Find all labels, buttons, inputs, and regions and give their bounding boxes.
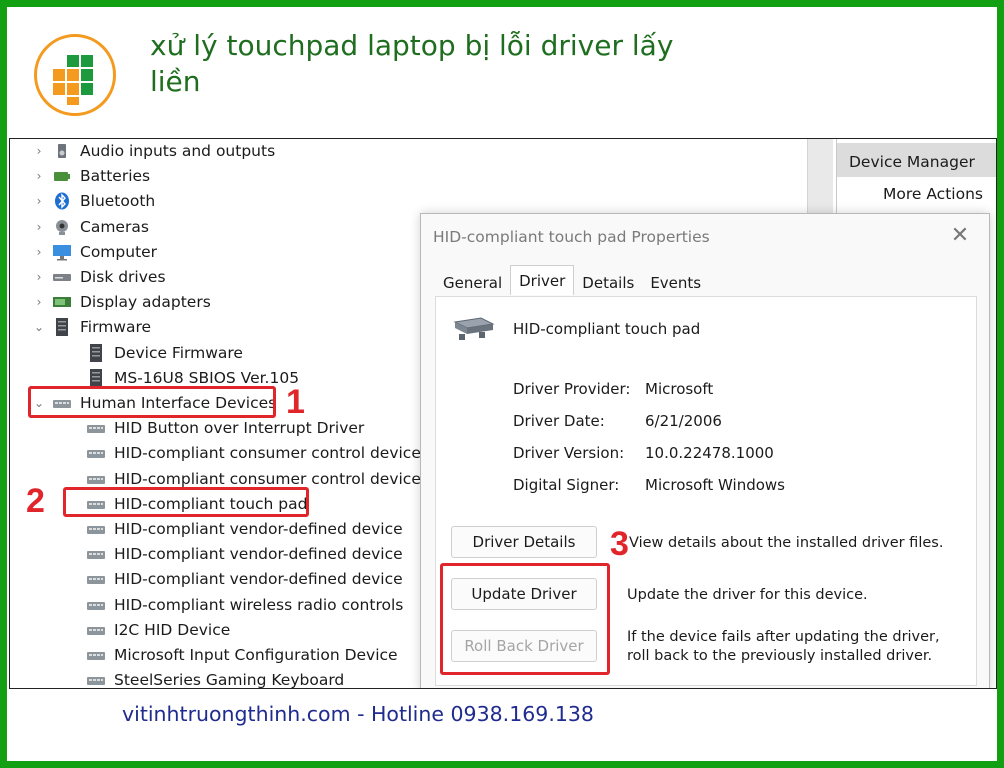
hid-device-icon [86,520,106,538]
tree-item[interactable]: HID-compliant consumer control device [80,441,421,465]
tree-item-label: HID-compliant consumer control device [114,469,421,488]
chevron-right-icon[interactable]: › [32,194,46,208]
field-value-signer: Microsoft Windows [645,476,785,494]
tree-item-label: HID-compliant vendor-defined device [114,570,403,589]
display-adapter-icon [52,293,72,311]
field-key-signer: Digital Signer: [513,476,620,494]
tab-general[interactable]: General [435,268,510,296]
camera-icon [52,218,72,236]
field-value-date: 6/21/2006 [645,412,722,430]
battery-icon [52,167,72,185]
chevron-right-icon[interactable]: › [32,220,46,234]
tree-item-label: Computer [80,242,158,261]
monitor-icon [52,243,72,261]
tree-item[interactable]: › Audio inputs and outputs [32,139,276,163]
tree-item-label: Batteries [80,167,151,186]
tree-item-label: HID-compliant vendor-defined device [114,545,403,564]
device-name: HID-compliant touch pad [513,320,701,338]
tree-item-label: HID-compliant consumer control device [114,444,421,463]
tree-item[interactable]: ⌄ Firmware [32,315,151,339]
tree-item-label: Disk drives [80,268,166,286]
tree-item[interactable]: HID-compliant vendor-defined device [80,567,403,591]
field-key-date: Driver Date: [513,412,605,430]
tree-item-label: I2C HID Device [114,620,231,639]
chevron-right-icon[interactable]: › [32,295,46,309]
tree-item[interactable]: › Cameras [32,215,149,239]
hid-device-icon [86,545,106,563]
tab-driver[interactable]: Driver [510,265,575,295]
field-value-version: 10.0.22478.1000 [645,444,774,462]
hid-device-icon [86,596,106,614]
device-manager-screenshot: › Audio inputs and outputs › Batteries › Blue… [9,138,997,689]
highlight-update-driver [440,563,610,675]
field-key-provider: Driver Provider: [513,380,631,398]
more-actions-link[interactable]: More Actions [883,185,983,203]
dialog-tabs: General Driver Details Events [435,265,709,296]
speaker-icon [52,142,72,160]
tree-item-label: HID-compliant wireless radio controls [114,595,404,614]
hid-device-icon [86,570,106,588]
tree-item[interactable]: HID-compliant wireless radio controls [80,593,403,617]
step-number-1: 1 [286,383,305,421]
tree-item[interactable]: Device Firmware [80,341,243,365]
tree-item-label: HID-compliant vendor-defined device [114,520,403,538]
update-driver-desc: Update the driver for this device. [627,587,868,603]
tree-item-label: HID Button over Interrupt Driver [114,419,365,438]
tree-item[interactable]: I2C HID Device [80,618,230,642]
chevron-down-icon[interactable]: ⌄ [32,320,46,334]
step-number-2: 2 [26,482,45,520]
tree-item[interactable]: HID-compliant vendor-defined device [80,542,403,566]
brand-logo [34,34,116,116]
tab-details[interactable]: Details [574,268,642,296]
tree-item-label: Display adapters [80,293,211,312]
tree-item[interactable]: › Display adapters [32,290,211,314]
field-key-version: Driver Version: [513,444,625,462]
firmware-icon [86,343,106,362]
step-number-3: 3 [610,525,629,563]
roll-back-driver-desc: If the device fails after updating the d… [627,629,940,664]
field-value-provider: Microsoft [645,380,714,398]
page-title: xử lý touchpad laptop bị lỗi driver lấy … [150,29,674,98]
hid-device-icon [86,470,106,488]
driver-details-button[interactable]: Driver Details [451,526,597,558]
disk-drive-icon [52,268,72,286]
touchpad-icon [451,314,497,344]
driver-details-desc: View details about the installed driver … [629,535,944,551]
chevron-right-icon[interactable]: › [32,245,46,259]
highlight-human-interface-devices [28,386,276,418]
tree-item[interactable]: HID-compliant vendor-defined device [80,517,403,541]
tree-item-label: MS-16U8 SBIOS Ver.105 [114,368,300,387]
chevron-right-icon[interactable]: › [32,270,46,284]
hid-device-icon [86,671,106,688]
highlight-touch-pad [63,487,309,517]
tree-item-label: Device Firmware [114,343,243,362]
hid-device-icon [86,646,106,664]
hid-device-icon [86,444,106,462]
tree-item[interactable]: › Batteries [32,164,151,188]
tree-item[interactable]: HID Button over Interrupt Driver [80,416,364,440]
tab-events[interactable]: Events [642,268,709,296]
tree-item[interactable]: › Disk drives [32,265,166,289]
tree-item-label: Firmware [80,318,152,337]
actions-header: Device Manager [837,143,996,177]
tree-item-label: Bluetooth [80,192,156,211]
tree-item-label: SteelSeries Gaming Keyboard [114,671,345,689]
hid-device-icon [86,621,106,639]
tree-item[interactable]: › Computer [32,240,157,264]
dialog-title: HID-compliant touch pad Properties [433,228,710,246]
tree-item[interactable]: Microsoft Input Configuration Device [80,643,398,667]
tree-item[interactable]: SteelSeries Gaming Keyboard [80,668,345,689]
chevron-right-icon[interactable]: › [32,144,46,158]
firmware-icon [86,368,106,387]
chevron-right-icon[interactable]: › [32,169,46,183]
tree-item-label: Microsoft Input Configuration Device [114,646,398,664]
close-icon[interactable]: ✕ [945,222,975,252]
tree-item-label: Audio inputs and outputs [80,142,276,160]
hid-device-icon [86,419,106,437]
tree-item-label: Cameras [80,217,149,236]
footer-contact: vitinhtruongthinh.com - Hotline 0938.169… [122,702,594,726]
tree-item[interactable]: › Bluetooth [32,189,156,213]
bluetooth-icon [52,192,72,210]
firmware-icon [52,318,72,337]
